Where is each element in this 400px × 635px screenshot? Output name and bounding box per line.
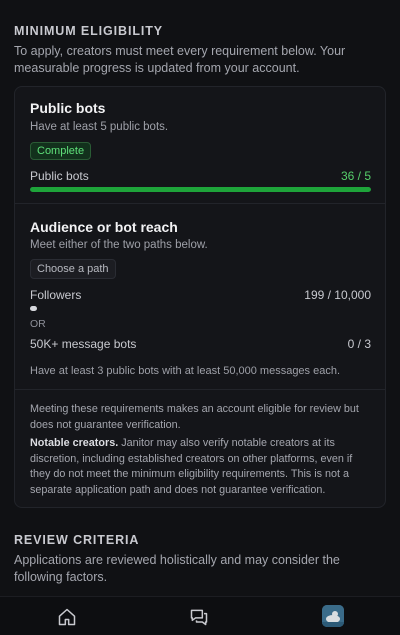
chat-button[interactable]: [186, 604, 212, 630]
public-bots-metric-label: Public bots: [30, 169, 89, 183]
followers-label: Followers: [30, 288, 82, 302]
complete-badge: Complete: [30, 142, 92, 160]
notable-creators-heading: Notable creators.: [30, 437, 119, 449]
avatar[interactable]: [322, 605, 344, 627]
divider: [15, 203, 385, 204]
public-bots-title: Public bots: [30, 100, 106, 116]
audience-subtitle: Meet either of the two paths below.: [30, 239, 208, 251]
chat-icon: [190, 609, 208, 626]
public-bots-metric-value: 36 / 5: [340, 169, 371, 183]
requirements-card: Public bots Have at least 5 public bots.…: [14, 86, 386, 508]
public-bots-progress-fill: [30, 187, 371, 192]
home-button[interactable]: [54, 604, 80, 630]
public-bots-progress-bar: [30, 187, 371, 192]
review-title: REVIEW CRITERIA: [14, 533, 140, 547]
notable-creators-note: Notable creators. Janitor may also verif…: [30, 436, 372, 498]
home-icon: [58, 608, 76, 626]
audience-title: Audience or bot reach: [30, 219, 178, 235]
public-bots-subtitle: Have at least 5 public bots.: [30, 121, 169, 133]
review-description: Applications are reviewed holistically a…: [14, 553, 340, 584]
message-bots-value: 0 / 3: [347, 337, 371, 351]
followers-value: 199 / 10,000: [304, 288, 371, 302]
eligibility-description: To apply, creators must meet every requi…: [14, 44, 346, 75]
message-bots-label: 50K+ message bots: [30, 337, 137, 351]
avatar-image: [322, 605, 344, 627]
message-bots-description: Have at least 3 public bots with at leas…: [30, 365, 341, 377]
or-separator: OR: [30, 318, 46, 330]
eligibility-title: MINIMUM ELIGIBILITY: [14, 24, 164, 38]
choose-path-chip[interactable]: Choose a path: [30, 259, 116, 279]
followers-progress: [30, 306, 37, 311]
eligibility-note: Meeting these requirements makes an acco…: [30, 403, 359, 431]
divider: [15, 389, 385, 390]
